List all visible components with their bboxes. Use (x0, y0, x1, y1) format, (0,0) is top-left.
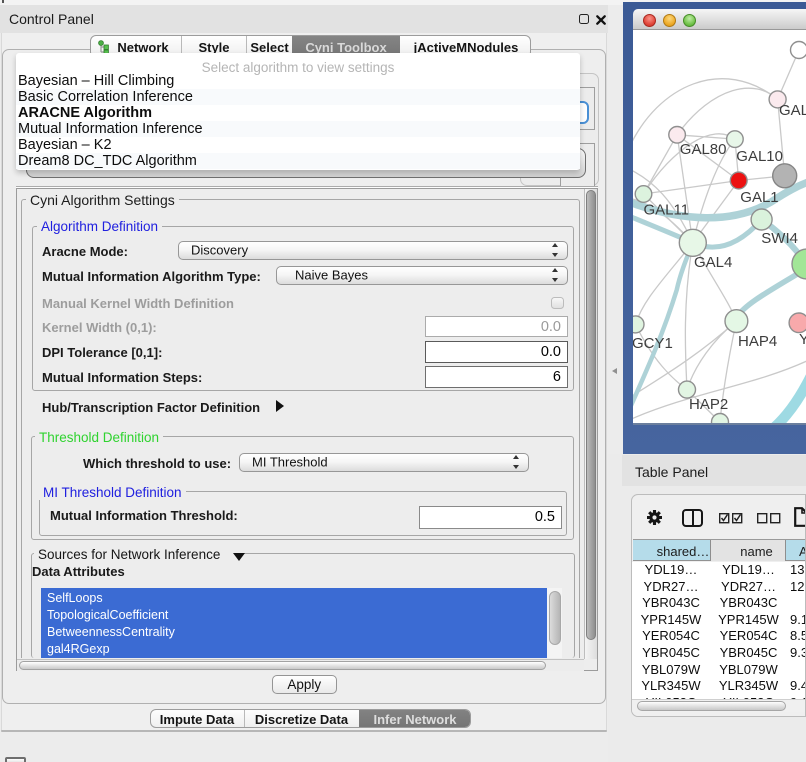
svg-text:HAP4: HAP4 (738, 333, 777, 350)
svg-text:GAL11: GAL11 (644, 202, 690, 219)
svg-text:SWI4: SWI4 (761, 230, 798, 247)
svg-text:GAL80: GAL80 (680, 141, 727, 158)
svg-text:GAL10: GAL10 (736, 148, 783, 165)
svg-text:GAL4: GAL4 (694, 254, 732, 271)
svg-text:GAL7: GAL7 (779, 102, 806, 119)
svg-text:HAP2: HAP2 (689, 396, 728, 413)
svg-text:GCY1: GCY1 (633, 335, 673, 352)
svg-text:GAL1: GAL1 (740, 189, 778, 206)
svg-text:YB: YB (799, 331, 806, 348)
